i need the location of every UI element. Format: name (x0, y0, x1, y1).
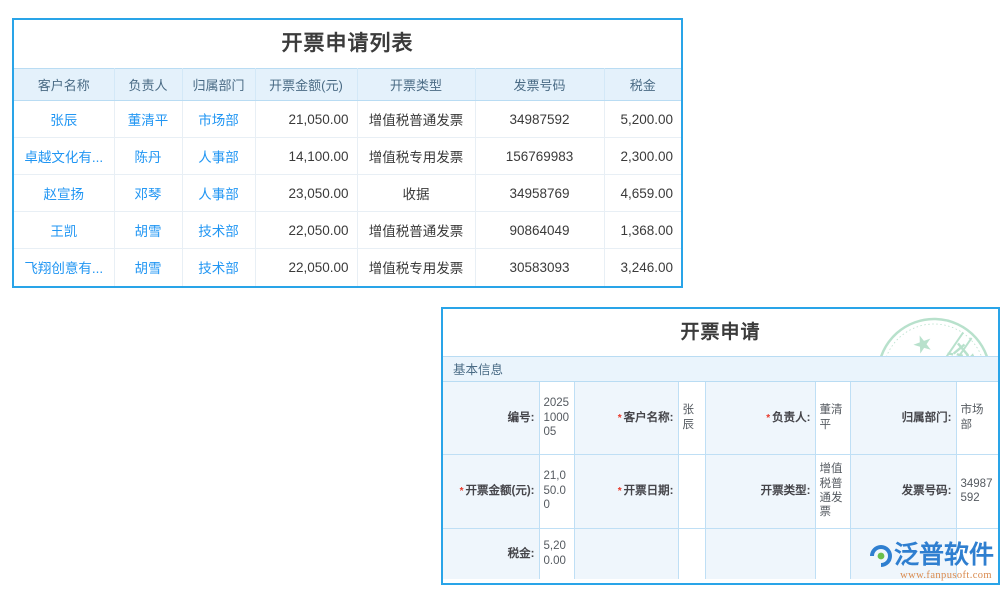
value-owner[interactable]: 董清平 (815, 382, 851, 455)
cell-amount: 22,050.00 (255, 211, 358, 249)
column-header-invoice-type[interactable]: 开票类型 (357, 68, 476, 101)
cell-owner[interactable]: 胡雪 (114, 211, 183, 249)
empty-cell (850, 528, 957, 579)
column-header-amount[interactable]: 开票金额(元) (255, 68, 358, 101)
value-invoice-date[interactable] (678, 454, 706, 529)
value-code[interactable]: 2025100005 (539, 382, 575, 455)
cell-invoice-type: 增值税专用发票 (357, 137, 476, 175)
invoice-application-form-panel: 审核通过 开票申请 基本信息 编号: 2025100005 *客户名称: 张辰 … (441, 307, 1000, 585)
cell-tax: 5,200.00 (604, 100, 681, 138)
invoice-list-panel: 开票申请列表 客户名称 负责人 归属部门 开票金额(元) 开票类型 发票号码 税… (12, 18, 683, 288)
column-header-owner[interactable]: 负责人 (114, 68, 183, 101)
list-panel-title: 开票申请列表 (281, 32, 414, 55)
cell-customer[interactable]: 飞翔创意有... (14, 248, 115, 286)
cell-dept[interactable]: 人事部 (182, 174, 256, 212)
cell-owner[interactable]: 邓琴 (114, 174, 183, 212)
cell-tax: 4,659.00 (604, 174, 681, 212)
label-tax: 税金: (443, 528, 540, 579)
cell-invoice-type: 收据 (357, 174, 476, 212)
cell-dept[interactable]: 技术部 (182, 248, 256, 286)
required-marker-icon: * (459, 485, 464, 497)
table-row[interactable]: 赵宣扬 邓琴 人事部 23,050.00 收据 34958769 4,659.0… (14, 174, 681, 212)
empty-cell (678, 528, 706, 579)
label-owner: * 负责人: (705, 382, 816, 455)
screenshot-root: 开票申请列表 客户名称 负责人 归属部门 开票金额(元) 开票类型 发票号码 税… (0, 0, 1000, 600)
cell-amount: 23,050.00 (255, 174, 358, 212)
form-row-1: 编号: 2025100005 * 客户名称: 张辰 * 负责人: 董清平 归属部门:… (443, 382, 998, 455)
cell-amount: 14,100.00 (255, 137, 358, 175)
column-header-tax[interactable]: 税金 (604, 68, 681, 101)
form-row-2: * 开票金额(元): 21,050.00 * 开票日期: 开票类型: 增值税普通发票… (443, 454, 998, 529)
table-row[interactable]: 张辰 董清平 市场部 21,050.00 增值税普通发票 34987592 5,… (14, 100, 681, 138)
value-invoice-no[interactable]: 34987592 (956, 454, 998, 529)
cell-invoice-no: 156769983 (475, 137, 605, 175)
cell-customer[interactable]: 卓越文化有... (14, 137, 115, 175)
required-marker-icon: * (617, 412, 622, 424)
cell-dept[interactable]: 技术部 (182, 211, 256, 249)
label-invoice-type: 开票类型: (705, 454, 816, 529)
value-dept[interactable]: 市场部 (956, 382, 998, 455)
label-code: 编号: (443, 382, 540, 455)
column-header-dept[interactable]: 归属部门 (182, 68, 256, 101)
cell-tax: 1,368.00 (604, 211, 681, 249)
empty-cell (956, 528, 998, 579)
label-customer-name: * 客户名称: (574, 382, 679, 455)
cell-amount: 22,050.00 (255, 248, 358, 286)
label-invoice-date: * 开票日期: (574, 454, 679, 529)
cell-owner[interactable]: 陈丹 (114, 137, 183, 175)
cell-invoice-type: 增值税普通发票 (357, 100, 476, 138)
cell-dept[interactable]: 人事部 (182, 137, 256, 175)
label-amount: * 开票金额(元): (443, 454, 540, 529)
cell-amount: 21,050.00 (255, 100, 358, 138)
column-header-invoice-no[interactable]: 发票号码 (475, 68, 605, 101)
form-section-header: 基本信息 (443, 356, 998, 382)
cell-invoice-no: 90864049 (475, 211, 605, 249)
column-header-customer[interactable]: 客户名称 (14, 68, 115, 101)
invoice-list-table: 客户名称 负责人 归属部门 开票金额(元) 开票类型 发票号码 税金 张辰 董清… (14, 68, 681, 286)
form-panel-title: 开票申请 (680, 322, 761, 343)
empty-cell (574, 528, 679, 579)
cell-customer[interactable]: 王凯 (14, 211, 115, 249)
cell-tax: 3,246.00 (620, 259, 673, 275)
cell-invoice-type: 增值税普通发票 (357, 211, 476, 249)
cell-invoice-type: 增值税专用发票 (357, 248, 476, 286)
cell-invoice-no: 30583093 (475, 248, 605, 286)
cell-owner[interactable]: 胡雪 (114, 248, 183, 286)
table-row[interactable]: 飞翔创意有... 胡雪 技术部 22,050.00 增值税专用发票 305830… (14, 248, 681, 286)
value-amount[interactable]: 21,050.00 (539, 454, 575, 529)
empty-cell (815, 528, 851, 579)
table-row[interactable]: 卓越文化有... 陈丹 人事部 14,100.00 增值税专用发票 156769… (14, 137, 681, 175)
cell-customer[interactable]: 赵宣扬 (14, 174, 115, 212)
cell-owner[interactable]: 董清平 (114, 100, 183, 138)
value-tax[interactable]: 5,200.00 (539, 528, 575, 579)
label-dept: 归属部门: (850, 382, 957, 455)
cell-dept[interactable]: 市场部 (182, 100, 256, 138)
cell-tax: 2,300.00 (604, 137, 681, 175)
cell-customer[interactable]: 张辰 (14, 100, 115, 138)
cell-invoice-no: 34987592 (475, 100, 605, 138)
empty-cell (705, 528, 816, 579)
table-header-row: 客户名称 负责人 归属部门 开票金额(元) 开票类型 发票号码 税金 (14, 68, 681, 101)
required-marker-icon: * (617, 485, 622, 497)
label-invoice-no: 发票号码: (850, 454, 957, 529)
required-marker-icon: * (766, 412, 771, 424)
value-invoice-type[interactable]: 增值税普通发票 (815, 454, 851, 529)
invoice-form-table: 编号: 2025100005 * 客户名称: 张辰 * 负责人: 董清平 归属部门:… (443, 382, 998, 579)
value-customer-name[interactable]: 张辰 (678, 382, 706, 455)
cell-invoice-no: 34958769 (475, 174, 605, 212)
table-row[interactable]: 王凯 胡雪 技术部 22,050.00 增值税普通发票 90864049 1,3… (14, 211, 681, 249)
form-row-3: 税金: 5,200.00 (443, 528, 998, 579)
